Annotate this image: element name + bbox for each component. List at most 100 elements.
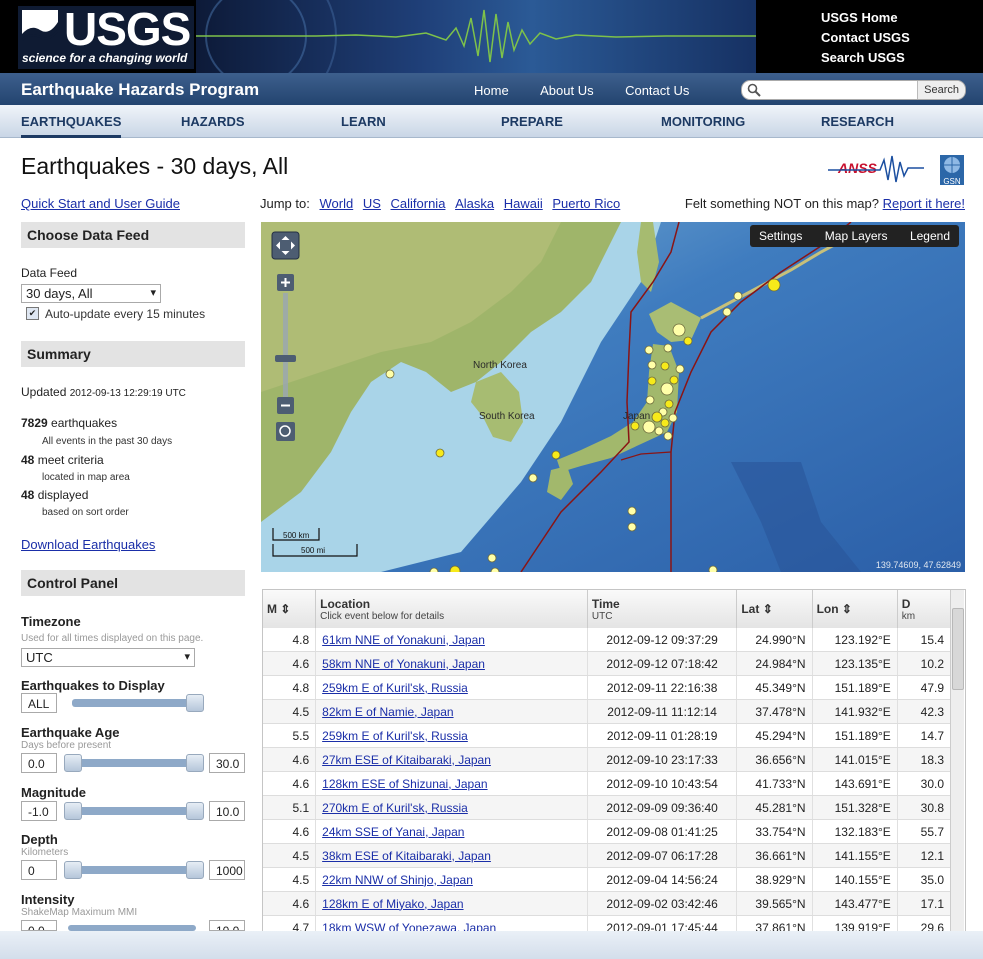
map-pan-control[interactable]	[271, 231, 300, 260]
row-lat: 41.733°N	[736, 771, 813, 796]
usgs-home-link[interactable]: USGS Home	[821, 8, 910, 28]
jump-us[interactable]: US	[363, 196, 381, 211]
age-max-handle[interactable]	[186, 754, 204, 772]
search-usgs-link[interactable]: Search USGS	[821, 48, 910, 68]
site-search-input[interactable]: Search	[741, 80, 966, 100]
row-location-link[interactable]: 82km E of Namie, Japan	[322, 705, 453, 719]
row-location-link[interactable]: 58km NNE of Yonakuni, Japan	[322, 657, 485, 671]
usgs-logo[interactable]: USGS science for a changing world	[18, 6, 194, 69]
table-scrollbar[interactable]	[950, 590, 964, 931]
timezone-select[interactable]: UTC	[21, 648, 195, 667]
magnitude-slider[interactable]	[68, 807, 196, 815]
row-location-link[interactable]: 259km E of Kuril'sk, Russia	[322, 681, 468, 695]
auto-update-checkbox[interactable]: ✔	[26, 307, 39, 320]
map-canvas[interactable]: North Korea South Korea Japan 500 km 500…	[261, 222, 965, 572]
table-row[interactable]: 4.8 259km E of Kuril'sk, Russia 2012-09-11…	[263, 675, 952, 700]
count-displayed-sub: based on sort order	[42, 507, 129, 518]
table-row[interactable]: 4.6 24km SSE of Yanai, Japan 2012-09-08 01…	[263, 819, 952, 844]
table-row[interactable]: 4.5 22km NNW of Shinjo, Japan 2012-09-04 1…	[263, 867, 952, 892]
program-home-link[interactable]: Home	[474, 83, 509, 98]
jump-california[interactable]: California	[391, 196, 446, 211]
table-row[interactable]: 4.6 27km ESE of Kitaibaraki, Japan 2012-09…	[263, 747, 952, 772]
summary-header[interactable]: Summary	[21, 341, 245, 367]
intensity-min-field[interactable]: 0.0	[21, 920, 57, 931]
display-slider[interactable]	[72, 699, 200, 707]
row-location-link[interactable]: 22km NNW of Shinjo, Japan	[322, 873, 473, 887]
row-location-link[interactable]: 259km E of Kuril'sk, Russia	[322, 729, 468, 743]
table-row[interactable]: 4.5 38km ESE of Kitaibaraki, Japan 2012-09…	[263, 843, 952, 868]
table-row[interactable]: 5.1 270km E of Kuril'sk, Russia 2012-09-09…	[263, 795, 952, 820]
age-min-field[interactable]: 0.0	[21, 753, 57, 773]
table-row[interactable]: 4.6 58km NNE of Yonakuni, Japan 2012-09-12…	[263, 651, 952, 676]
jump-world[interactable]: World	[319, 196, 353, 211]
table-scrollbar-thumb[interactable]	[952, 608, 964, 690]
contact-usgs-link[interactable]: Contact USGS	[821, 28, 910, 48]
age-min-handle[interactable]	[64, 754, 82, 772]
table-row[interactable]: 4.8 61km NNE of Yonakuni, Japan 2012-09-12…	[263, 628, 952, 652]
map-layers-button[interactable]: Map Layers	[816, 229, 897, 243]
data-feed-select[interactable]: 30 days, All	[21, 284, 161, 303]
jump-hawaii[interactable]: Hawaii	[504, 196, 543, 211]
display-count-field[interactable]: ALL	[21, 693, 57, 713]
count-total: 7829 earthquakes	[21, 416, 117, 430]
intensity-max-field[interactable]: 10.0	[209, 920, 245, 931]
seismogram-banner	[196, 0, 756, 73]
anss-logo[interactable]: ANSS	[828, 152, 924, 184]
jump-alaska[interactable]: Alaska	[455, 196, 494, 211]
table-row[interactable]: 4.6 128km E of Miyako, Japan 2012-09-02 03…	[263, 891, 952, 916]
row-location-link[interactable]: 24km SSE of Yanai, Japan	[322, 825, 464, 839]
row-time: 2012-09-11 11:12:14	[587, 699, 738, 724]
map-legend-button[interactable]: Legend	[901, 229, 959, 243]
row-location-link[interactable]: 270km E of Kuril'sk, Russia	[322, 801, 468, 815]
col-magnitude[interactable]: M ⇕	[263, 590, 317, 628]
nav-monitoring[interactable]: MONITORING	[661, 114, 745, 129]
table-row[interactable]: 4.5 82km E of Namie, Japan 2012-09-11 11:1…	[263, 699, 952, 724]
row-location-link[interactable]: 61km NNE of Yonakuni, Japan	[322, 633, 485, 647]
col-lon[interactable]: Lon ⇕	[812, 590, 898, 628]
age-max-field[interactable]: 30.0	[209, 753, 245, 773]
col-time[interactable]: Time UTC	[587, 590, 738, 628]
magnitude-max-field[interactable]: 10.0	[209, 801, 245, 821]
row-location-link[interactable]: 128km ESE of Shizunai, Japan	[322, 777, 487, 791]
program-contact-link[interactable]: Contact Us	[625, 83, 689, 98]
quick-start-link[interactable]: Quick Start and User Guide	[21, 196, 180, 211]
table-row[interactable]: 5.5 259km E of Kuril'sk, Russia 2012-09-11…	[263, 723, 952, 748]
choose-data-feed-header[interactable]: Choose Data Feed	[21, 222, 245, 248]
program-about-link[interactable]: About Us	[540, 83, 593, 98]
sort-icon: ⇕	[280, 602, 291, 616]
col-lat[interactable]: Lat ⇕	[736, 590, 813, 628]
magnitude-max-handle[interactable]	[186, 802, 204, 820]
map-settings-button[interactable]: Settings	[750, 229, 811, 243]
table-row[interactable]: 4.6 128km ESE of Shizunai, Japan 2012-09-1…	[263, 771, 952, 796]
magnitude-min-field[interactable]: -1.0	[21, 801, 57, 821]
program-title[interactable]: Earthquake Hazards Program	[21, 80, 259, 100]
col-location[interactable]: Location Click event below for details	[315, 590, 588, 628]
row-location-link[interactable]: 38km ESE of Kitaibaraki, Japan	[322, 849, 491, 863]
display-slider-handle[interactable]	[186, 694, 204, 712]
depth-max-field[interactable]: 1000	[209, 860, 245, 880]
nav-prepare[interactable]: PREPARE	[501, 114, 563, 129]
zoom-box-button[interactable]	[276, 422, 295, 441]
control-panel-header[interactable]: Control Panel	[21, 570, 245, 596]
gsn-logo[interactable]: GSN	[940, 155, 964, 186]
depth-slider[interactable]	[68, 866, 196, 874]
age-slider[interactable]	[68, 759, 196, 767]
nav-learn[interactable]: LEARN	[341, 114, 386, 129]
depth-min-handle[interactable]	[64, 861, 82, 879]
row-time: 2012-09-10 23:17:33	[587, 747, 738, 772]
jump-puerto-rico[interactable]: Puerto Rico	[552, 196, 620, 211]
earthquake-map[interactable]: North Korea South Korea Japan 500 km 500…	[261, 222, 965, 572]
depth-min-field[interactable]: 0	[21, 860, 57, 880]
zoom-slider-handle[interactable]	[275, 355, 296, 362]
nav-hazards[interactable]: HAZARDS	[181, 114, 245, 129]
nav-earthquakes[interactable]: EARTHQUAKES	[21, 114, 122, 138]
felt-report-link[interactable]: Report it here!	[883, 196, 965, 211]
download-earthquakes-link[interactable]: Download Earthquakes	[21, 537, 155, 552]
search-button[interactable]: Search	[917, 81, 965, 99]
row-location-link[interactable]: 128km E of Miyako, Japan	[322, 897, 463, 911]
depth-max-handle[interactable]	[186, 861, 204, 879]
nav-research[interactable]: RESEARCH	[821, 114, 894, 129]
magnitude-min-handle[interactable]	[64, 802, 82, 820]
col-depth[interactable]: Dkm	[897, 590, 952, 628]
row-location-link[interactable]: 27km ESE of Kitaibaraki, Japan	[322, 753, 491, 767]
